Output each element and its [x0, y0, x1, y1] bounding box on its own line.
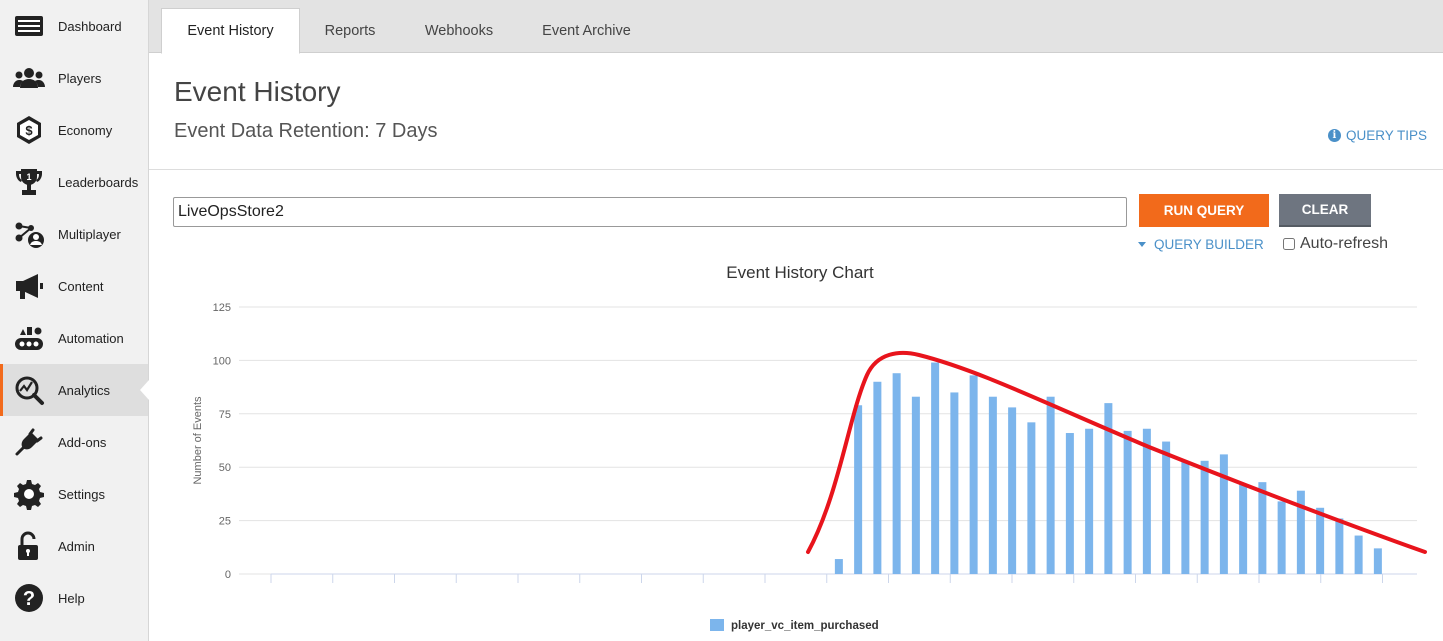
- auto-refresh[interactable]: Auto-refresh: [1283, 235, 1388, 253]
- sidebar-item-label: Leaderboards: [58, 174, 139, 190]
- chart-bar: [1123, 430, 1132, 574]
- sidebar-item-automation[interactable]: Automation: [0, 312, 148, 364]
- sidebar-item-analytics[interactable]: Analytics: [0, 364, 149, 416]
- players-icon: [0, 62, 58, 94]
- event-history-chart: Event History Chart 0 25 50 75 100 125 Number o…: [192, 263, 1427, 632]
- sidebar-item-label: Admin: [58, 538, 95, 554]
- economy-icon: $: [0, 114, 58, 146]
- query-builder-label: QUERY BUILDER: [1154, 237, 1264, 252]
- chart-bar: [1046, 396, 1055, 574]
- chart-bar: [1008, 407, 1017, 574]
- tab-webhooks[interactable]: Webhooks: [411, 8, 507, 53]
- sidebar-item-label: Automation: [58, 330, 124, 346]
- svg-text:1: 1: [26, 172, 31, 182]
- chart-bar: [950, 392, 959, 574]
- query-tips-link[interactable]: i QUERY TIPS: [1327, 128, 1427, 143]
- y-tick-label: 75: [219, 409, 231, 421]
- chart-bar: [1085, 428, 1094, 574]
- chart-bar: [1373, 548, 1382, 574]
- tab-reports[interactable]: Reports: [311, 8, 389, 53]
- clear-button[interactable]: CLEAR: [1279, 194, 1371, 227]
- chart-bar: [1277, 501, 1286, 574]
- tab-event-history[interactable]: Event History: [161, 8, 300, 54]
- chart-bar: [834, 559, 843, 574]
- auto-refresh-label: Auto-refresh: [1300, 235, 1389, 252]
- sidebar-item-economy[interactable]: $ Economy: [0, 104, 148, 156]
- sidebar-item-settings[interactable]: Settings: [0, 468, 148, 520]
- sidebar-item-label: Analytics: [58, 382, 111, 398]
- sidebar-item-label: Economy: [58, 122, 113, 138]
- help-icon: ?: [0, 582, 58, 614]
- page-title: Event History: [174, 76, 341, 107]
- chart-bar: [1354, 535, 1363, 574]
- svg-text:?: ?: [23, 588, 35, 610]
- chart-bar: [1027, 422, 1036, 574]
- sidebar-item-label: Help: [58, 590, 85, 606]
- sidebar-item-label: Settings: [58, 486, 105, 502]
- sidebar-item-dashboard[interactable]: Dashboard: [0, 0, 148, 52]
- y-tick-label: 50: [219, 462, 231, 474]
- chart-bar: [892, 373, 901, 574]
- megaphone-icon: [0, 270, 58, 302]
- tab-event-archive[interactable]: Event Archive: [529, 8, 644, 53]
- multiplayer-icon: [0, 218, 58, 250]
- chart-bar: [1258, 482, 1267, 574]
- gear-icon: [0, 478, 58, 510]
- sidebar-item-players[interactable]: Players: [0, 52, 148, 104]
- chart-bar: [1142, 428, 1151, 574]
- y-tick-label: 0: [225, 569, 231, 581]
- info-icon: i: [1327, 129, 1341, 142]
- analytics-icon: [0, 374, 58, 406]
- lock-icon: [0, 530, 58, 562]
- chart-bar: [1239, 484, 1248, 574]
- tab-bar: Event History Reports Webhooks Event Arc…: [149, 0, 1443, 54]
- chart-bar: [1181, 460, 1190, 574]
- y-axis-label: Number of Events: [192, 396, 204, 485]
- chart-bar: [931, 362, 940, 574]
- chart-title: Event History Chart: [726, 263, 874, 282]
- sidebar-item-add-ons[interactable]: Add-ons: [0, 416, 148, 468]
- sidebar-item-label: Add-ons: [58, 434, 107, 450]
- chart-bar: [988, 396, 997, 574]
- y-tick-label: 25: [219, 516, 231, 528]
- sidebar-item-admin[interactable]: Admin: [0, 520, 148, 572]
- query-tips-label: QUERY TIPS: [1345, 128, 1427, 143]
- sidebar-item-content[interactable]: Content: [0, 260, 148, 312]
- y-tick-label: 125: [213, 302, 231, 314]
- run-query-button[interactable]: RUN QUERY: [1139, 194, 1269, 227]
- sidebar-item-label: Dashboard: [58, 18, 122, 34]
- auto-refresh-checkbox[interactable]: [1283, 238, 1295, 250]
- chart-bar: [911, 396, 920, 574]
- chart-bar: [873, 381, 882, 574]
- retention-subtitle: Event Data Retention: 7 Days: [174, 120, 438, 142]
- chart-bar: [1219, 454, 1228, 574]
- chart-bar: [1316, 507, 1325, 574]
- y-tick-label: 100: [213, 355, 231, 367]
- svg-text:$: $: [25, 123, 33, 138]
- legend-label: player_vc_item_purchased: [731, 620, 879, 632]
- sidebar-item-label: Players: [58, 70, 102, 86]
- query-input[interactable]: [173, 197, 1127, 227]
- chart-bar: [1065, 433, 1074, 574]
- chart-bar: [854, 405, 863, 574]
- sidebar-item-label: Content: [58, 278, 104, 294]
- chart-bar: [1162, 441, 1171, 574]
- chart-bar: [1200, 460, 1209, 574]
- sidebar: Dashboard Players $ Economy 1 Leaderboards Mul…: [0, 0, 149, 641]
- sidebar-item-leaderboards[interactable]: 1 Leaderboards: [0, 156, 148, 208]
- chart-bar: [1335, 518, 1344, 574]
- sidebar-item-label: Multiplayer: [58, 226, 121, 242]
- query-builder-toggle[interactable]: QUERY BUILDER: [1138, 237, 1264, 252]
- chart-bar: [969, 375, 978, 574]
- automation-icon: [0, 322, 58, 354]
- sidebar-item-help[interactable]: ? Help: [0, 572, 148, 624]
- dashboard-icon: [0, 10, 58, 42]
- trophy-icon: 1: [0, 166, 58, 198]
- divider: [149, 169, 1443, 170]
- caret-down-icon: [1138, 242, 1146, 247]
- sidebar-item-multiplayer[interactable]: Multiplayer: [0, 208, 148, 260]
- plug-icon: [0, 426, 58, 458]
- legend-swatch: [710, 619, 724, 631]
